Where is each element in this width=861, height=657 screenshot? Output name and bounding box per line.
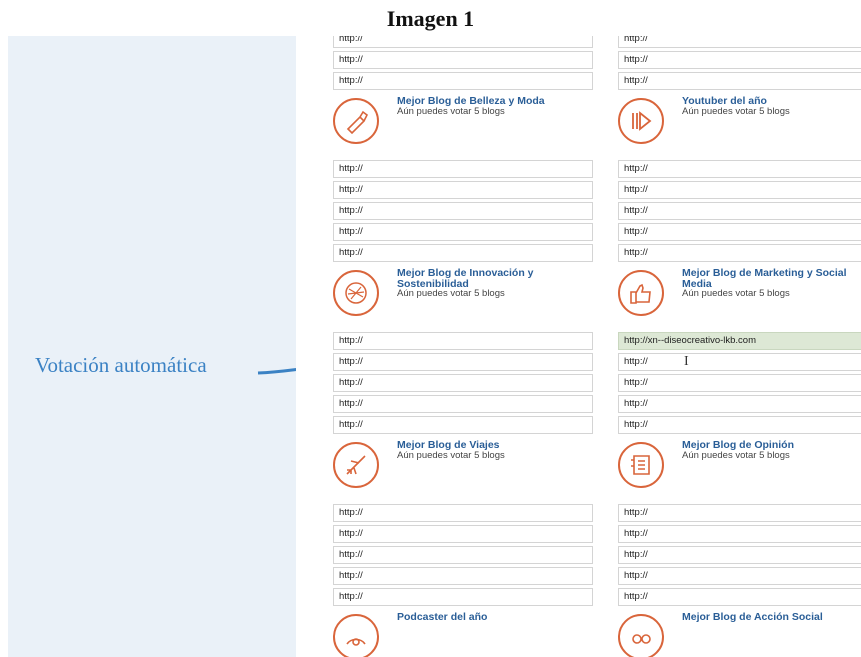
url-input[interactable]: http:// — [333, 546, 593, 564]
annotation-label: Votación automática — [35, 353, 207, 377]
text-cursor-icon: I — [684, 354, 689, 369]
url-input[interactable]: http:// — [333, 160, 593, 178]
url-input[interactable]: http:// — [618, 160, 861, 178]
category-title[interactable]: Podcaster del año — [397, 612, 593, 623]
url-input[interactable]: http:// — [618, 588, 861, 606]
url-input[interactable]: http:// — [618, 504, 861, 522]
url-input[interactable]: http:// — [333, 51, 593, 69]
url-input[interactable]: http:// — [618, 416, 861, 434]
url-input[interactable]: http:// — [333, 395, 593, 413]
url-input[interactable]: http:// — [333, 588, 593, 606]
votes-remaining-text: Aún puedes votar 5 blogs — [682, 105, 790, 117]
airplane-icon — [333, 442, 379, 488]
url-input[interactable]: http:// — [618, 567, 861, 585]
category-title[interactable]: Mejor Blog de Innovación y Sostenibilida… — [397, 268, 593, 289]
votes-remaining-text: Aún puedes votar 5 blogs — [397, 105, 505, 117]
category-title[interactable]: Youtuber del año — [682, 96, 861, 107]
category-title[interactable]: Mejor Blog de Belleza y Moda — [397, 96, 593, 107]
play-icon — [618, 98, 664, 144]
document-icon — [618, 442, 664, 488]
category-header: Mejor Blog de Opinión Aún puedes votar 5 … — [618, 438, 861, 500]
people-icon — [618, 614, 664, 657]
lipstick-icon — [333, 98, 379, 144]
category-header: Mejor Blog de Acción Social — [618, 610, 861, 657]
category-header: Mejor Blog de Marketing y Social Media Aú… — [618, 266, 861, 328]
url-input[interactable]: http:// — [333, 374, 593, 392]
url-input[interactable]: http:// — [333, 525, 593, 543]
votes-remaining-text: Aún puedes votar 5 blogs — [682, 288, 790, 299]
votes-remaining-text: Aún puedes votar 5 blogs — [397, 449, 505, 461]
category-header: Podcaster del año — [333, 610, 593, 657]
url-input[interactable]: http:// — [333, 181, 593, 199]
url-input[interactable]: http:// — [333, 504, 593, 522]
url-input[interactable]: http:// — [333, 416, 593, 434]
url-input-filled[interactable]: http://xn--diseocreativo-lkb.com — [618, 332, 861, 350]
category-title[interactable]: Mejor Blog de Marketing y Social Media — [682, 268, 861, 289]
url-input[interactable]: http:// — [618, 244, 861, 262]
microphone-icon — [333, 614, 379, 657]
figure-heading: Imagen 1 — [386, 6, 475, 31]
url-input[interactable]: http:// — [333, 72, 593, 90]
url-input[interactable]: http:// — [618, 72, 861, 90]
url-input[interactable]: http:// — [618, 223, 861, 241]
url-input[interactable]: http:// — [333, 332, 593, 350]
voting-form-screenshot: http:// http:// http:// Mejor Blog de Belle… — [296, 36, 861, 657]
url-input[interactable]: http:// — [618, 202, 861, 220]
category-title[interactable]: Mejor Blog de Acción Social — [682, 612, 861, 623]
category-title[interactable]: Mejor Blog de Viajes — [397, 440, 593, 451]
category-header: Mejor Blog de Viajes Aún puedes votar 5 b… — [333, 438, 593, 500]
left-column: http:// http:// http:// Mejor Blog de Belle… — [333, 36, 593, 657]
thumbs-up-icon — [618, 270, 664, 316]
url-input[interactable]: http:// — [618, 395, 861, 413]
url-input[interactable]: http://I — [618, 353, 861, 371]
votes-remaining-text: Aún puedes votar 5 blogs — [397, 288, 505, 299]
right-column: http://http://http://Youtuber del año Aún… — [618, 36, 861, 657]
url-input[interactable]: http:// — [333, 244, 593, 262]
votes-remaining-text: Aún puedes votar 5 blogs — [682, 449, 790, 461]
category-header: Mejor Blog de Belleza y Moda Aún puedes v… — [333, 94, 593, 156]
category-header: Mejor Blog de Innovación y Sostenibilida… — [333, 266, 593, 328]
url-input[interactable]: http:// — [333, 223, 593, 241]
globe-leaf-icon — [333, 270, 379, 316]
url-input[interactable]: http:// — [618, 181, 861, 199]
url-input[interactable]: http:// — [333, 202, 593, 220]
url-input[interactable]: http:// — [618, 374, 861, 392]
sidebar-panel — [8, 36, 296, 657]
url-input[interactable]: http:// — [618, 525, 861, 543]
category-header: Youtuber del año Aún puedes votar 5 blogs — [618, 94, 861, 156]
url-input[interactable]: http:// — [618, 51, 861, 69]
url-input[interactable]: http:// — [333, 36, 593, 48]
url-input[interactable]: http:// — [618, 546, 861, 564]
url-input[interactable]: http:// — [333, 353, 593, 371]
url-input[interactable]: http:// — [618, 36, 861, 48]
category-title[interactable]: Mejor Blog de Opinión — [682, 440, 861, 451]
url-input[interactable]: http:// — [333, 567, 593, 585]
